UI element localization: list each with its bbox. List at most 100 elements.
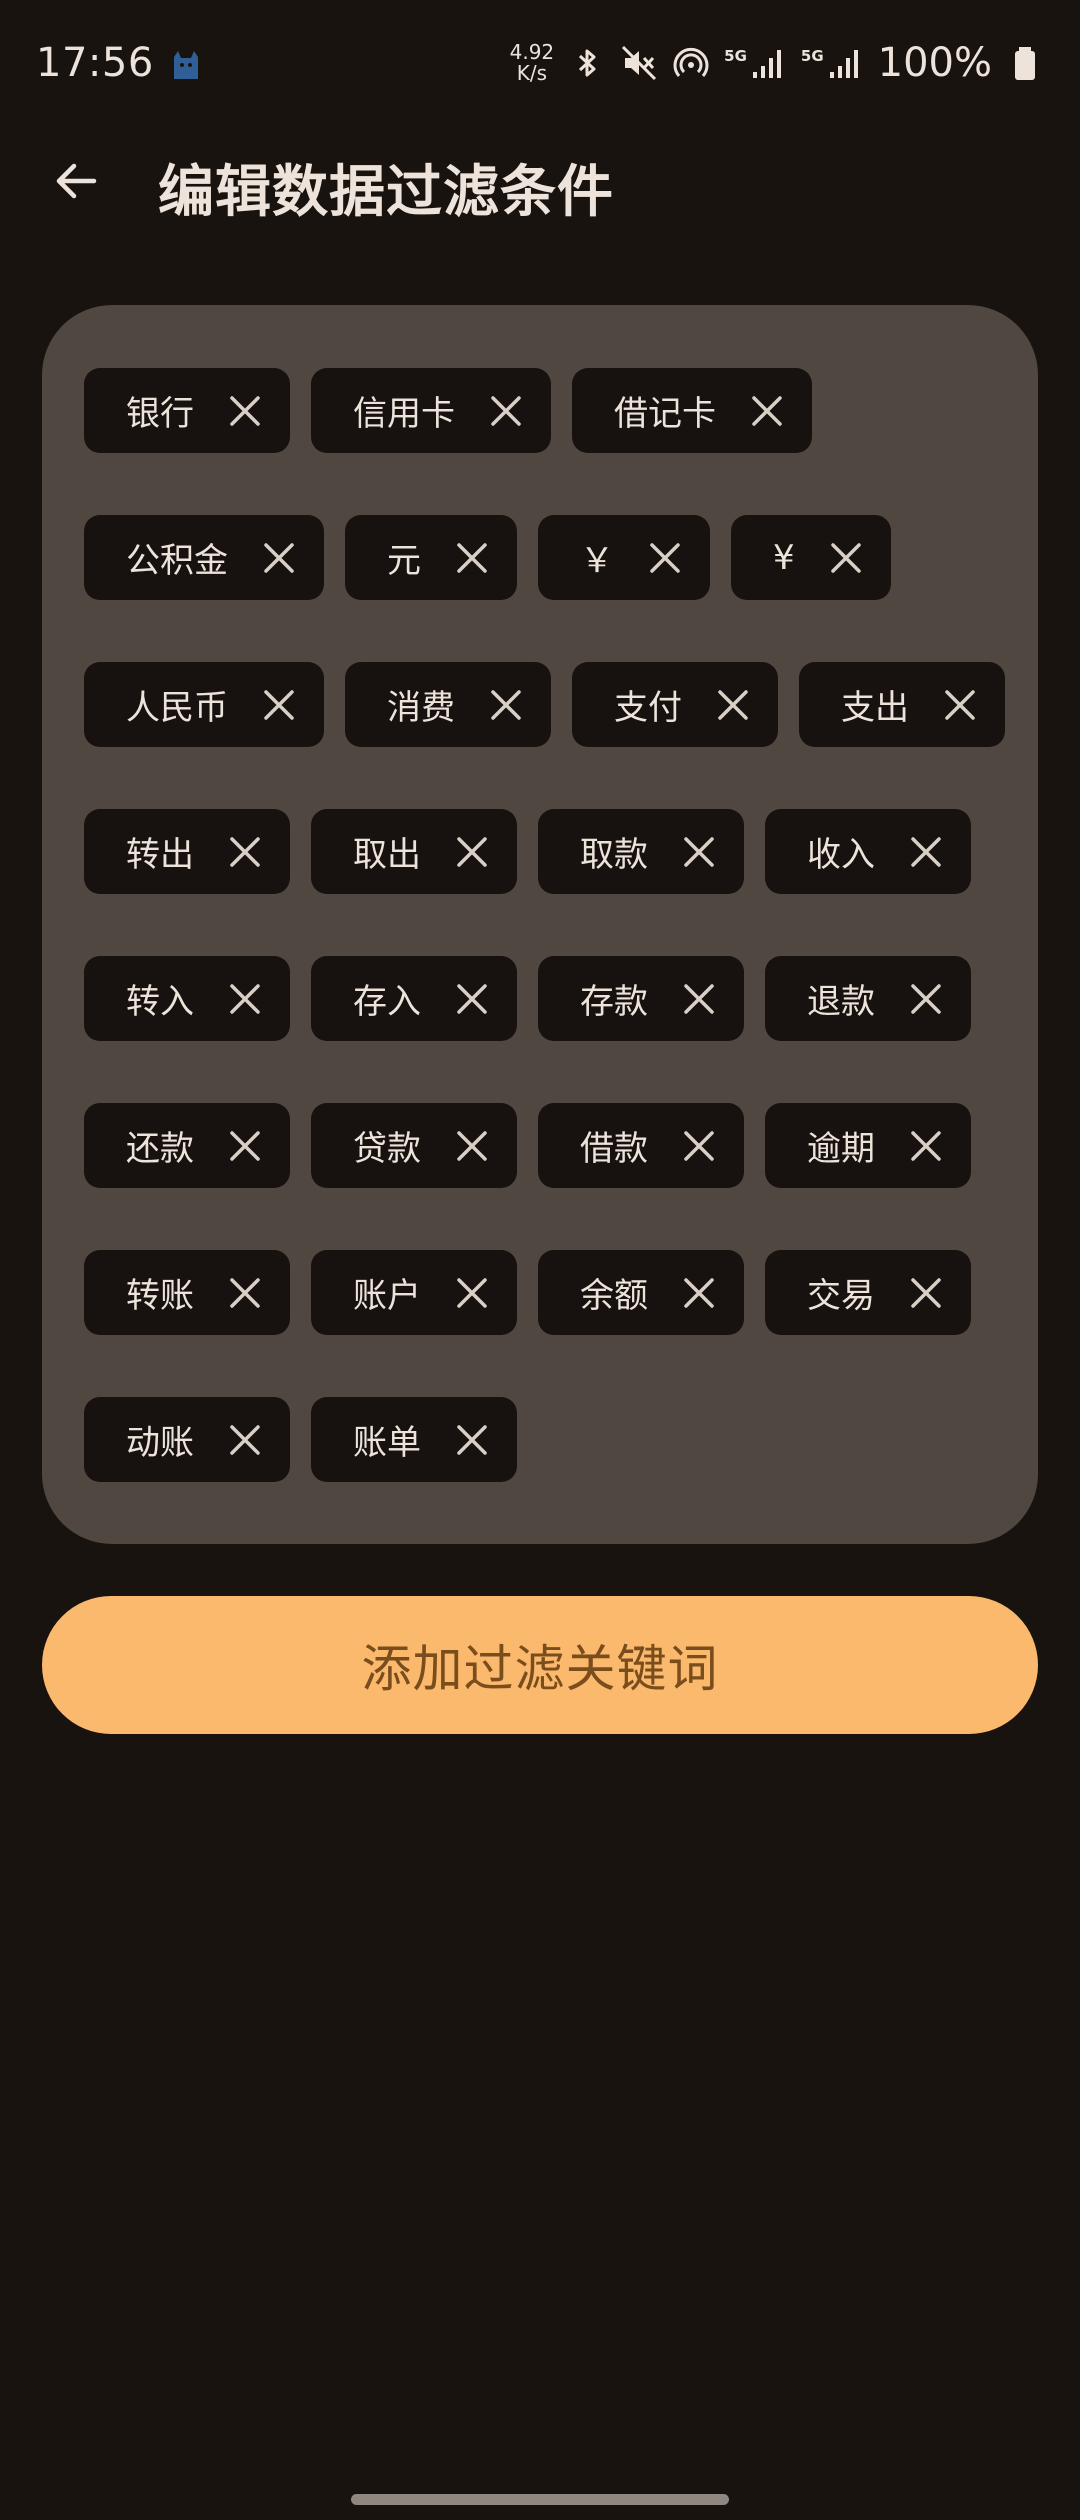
network-speed-unit: K/s (516, 60, 548, 85)
close-icon[interactable] (455, 1423, 489, 1457)
network-speed-value: 4.92 (509, 39, 555, 64)
filter-keyword-chip[interactable]: 支出 (799, 662, 1005, 747)
chip-label: 取款 (580, 835, 648, 875)
filter-keyword-chip[interactable]: ¥ (731, 515, 891, 600)
chip-row: 转出 取出 取款 收入 (84, 809, 1038, 894)
app-bar: 编辑数据过滤条件 (0, 125, 1080, 237)
filter-keyword-chip[interactable]: 取出 (311, 809, 517, 894)
close-icon[interactable] (262, 688, 296, 722)
close-icon[interactable] (455, 541, 489, 575)
add-filter-keyword-label: 添加过滤关键词 (361, 1641, 719, 1697)
close-icon[interactable] (228, 394, 262, 428)
signal-icon (749, 44, 787, 82)
filter-keyword-chip[interactable]: 交易 (765, 1250, 971, 1335)
chip-label: 人民币 (126, 688, 228, 728)
close-icon[interactable] (682, 982, 716, 1016)
chip-label: 支出 (841, 688, 909, 728)
filter-keyword-chip[interactable]: 账单 (311, 1397, 517, 1482)
close-icon[interactable] (750, 394, 784, 428)
close-icon[interactable] (682, 835, 716, 869)
chip-label: 存入 (353, 982, 421, 1022)
chip-label: 账单 (353, 1423, 421, 1463)
chip-label: 转出 (126, 835, 194, 875)
chip-label: 转账 (126, 1276, 194, 1316)
filter-keyword-chip[interactable]: 取款 (538, 809, 744, 894)
filter-keyword-chip[interactable]: 消费 (345, 662, 551, 747)
filter-keyword-chip[interactable]: 存款 (538, 956, 744, 1041)
chip-row: 还款 贷款 借款 逾期 (84, 1103, 1038, 1188)
close-icon[interactable] (228, 1276, 262, 1310)
filter-keyword-chip[interactable]: 收入 (765, 809, 971, 894)
page-title: 编辑数据过滤条件 (158, 160, 614, 225)
close-icon[interactable] (909, 1276, 943, 1310)
filter-keyword-chip[interactable]: 还款 (84, 1103, 290, 1188)
filter-keyword-chip[interactable]: 余额 (538, 1250, 744, 1335)
filter-keyword-chip[interactable]: 退款 (765, 956, 971, 1041)
filter-keyword-chip[interactable]: 借款 (538, 1103, 744, 1188)
chip-label: 信用卡 (353, 394, 455, 434)
close-icon[interactable] (909, 835, 943, 869)
chip-row: 动账 账单 (84, 1397, 1038, 1482)
close-icon[interactable] (228, 1129, 262, 1163)
close-icon[interactable] (228, 1423, 262, 1457)
bluetooth-icon (568, 44, 606, 82)
close-icon[interactable] (943, 688, 977, 722)
filter-keyword-chip[interactable]: 支付 (572, 662, 778, 747)
filter-keyword-chip[interactable]: 转出 (84, 809, 290, 894)
chip-label: 余额 (580, 1276, 648, 1316)
close-icon[interactable] (682, 1129, 716, 1163)
chip-row: 转账 账户 余额 交易 (84, 1250, 1038, 1335)
hotspot-icon (672, 44, 710, 82)
filter-keyword-chip[interactable]: 动账 (84, 1397, 290, 1482)
filter-keyword-chip[interactable]: 银行 (84, 368, 290, 453)
filter-keyword-chip[interactable]: 借记卡 (572, 368, 812, 453)
chip-label: 贷款 (353, 1129, 421, 1169)
home-indicator[interactable] (351, 2494, 729, 2505)
close-icon[interactable] (648, 541, 682, 575)
filter-keyword-chip[interactable]: 转账 (84, 1250, 290, 1335)
close-icon[interactable] (682, 1276, 716, 1310)
mute-icon (620, 44, 658, 82)
close-icon[interactable] (228, 835, 262, 869)
close-icon[interactable] (455, 835, 489, 869)
chip-label: 借款 (580, 1129, 648, 1169)
chip-label: 转入 (126, 982, 194, 1022)
filter-keyword-chip[interactable]: ￥ (538, 515, 710, 600)
filter-keyword-chip[interactable]: 元 (345, 515, 517, 600)
filter-keyword-chip[interactable]: 公积金 (84, 515, 324, 600)
chip-label: 退款 (807, 982, 875, 1022)
sim2-network-label: 5G (800, 46, 824, 65)
close-icon[interactable] (455, 1276, 489, 1310)
chip-label: 取出 (353, 835, 421, 875)
signal-icon (826, 44, 864, 82)
close-icon[interactable] (455, 982, 489, 1016)
filter-keyword-chip[interactable]: 人民币 (84, 662, 324, 747)
close-icon[interactable] (489, 688, 523, 722)
close-icon[interactable] (228, 982, 262, 1016)
chip-label: ¥ (773, 537, 795, 578)
filter-keyword-chip[interactable]: 贷款 (311, 1103, 517, 1188)
status-icons: 4.92 K/s 5G 5G 100% (510, 40, 1044, 86)
close-icon[interactable] (455, 1129, 489, 1163)
network-speed: 4.92 K/s (509, 39, 555, 85)
close-icon[interactable] (716, 688, 750, 722)
chip-row: 公积金 元 ￥ ¥ (84, 515, 1038, 600)
close-icon[interactable] (909, 1129, 943, 1163)
filter-keyword-chip[interactable]: 存入 (311, 956, 517, 1041)
sim1-network-label: 5G (724, 46, 747, 65)
close-icon[interactable] (909, 982, 943, 1016)
status-bar: 17:56 4.92 K/s 5G 5G 100% (0, 0, 1080, 125)
battery-icon (1006, 44, 1044, 82)
close-icon[interactable] (829, 541, 863, 575)
chip-label: 还款 (126, 1129, 194, 1169)
back-button[interactable] (44, 149, 108, 213)
filter-keyword-panel: 银行 信用卡 借记卡公积金 元 ￥ ¥ 人民币 消费 支付 支出转出 取出 取款 收入转入 存入 存款 退款还… (42, 305, 1038, 1544)
close-icon[interactable] (489, 394, 523, 428)
filter-keyword-chip[interactable]: 信用卡 (311, 368, 551, 453)
cat-notification-icon (168, 45, 204, 81)
filter-keyword-chip[interactable]: 转入 (84, 956, 290, 1041)
filter-keyword-chip[interactable]: 账户 (311, 1250, 517, 1335)
close-icon[interactable] (262, 541, 296, 575)
filter-keyword-chip[interactable]: 逾期 (765, 1103, 971, 1188)
add-filter-keyword-button[interactable]: 添加过滤关键词 (42, 1596, 1038, 1734)
